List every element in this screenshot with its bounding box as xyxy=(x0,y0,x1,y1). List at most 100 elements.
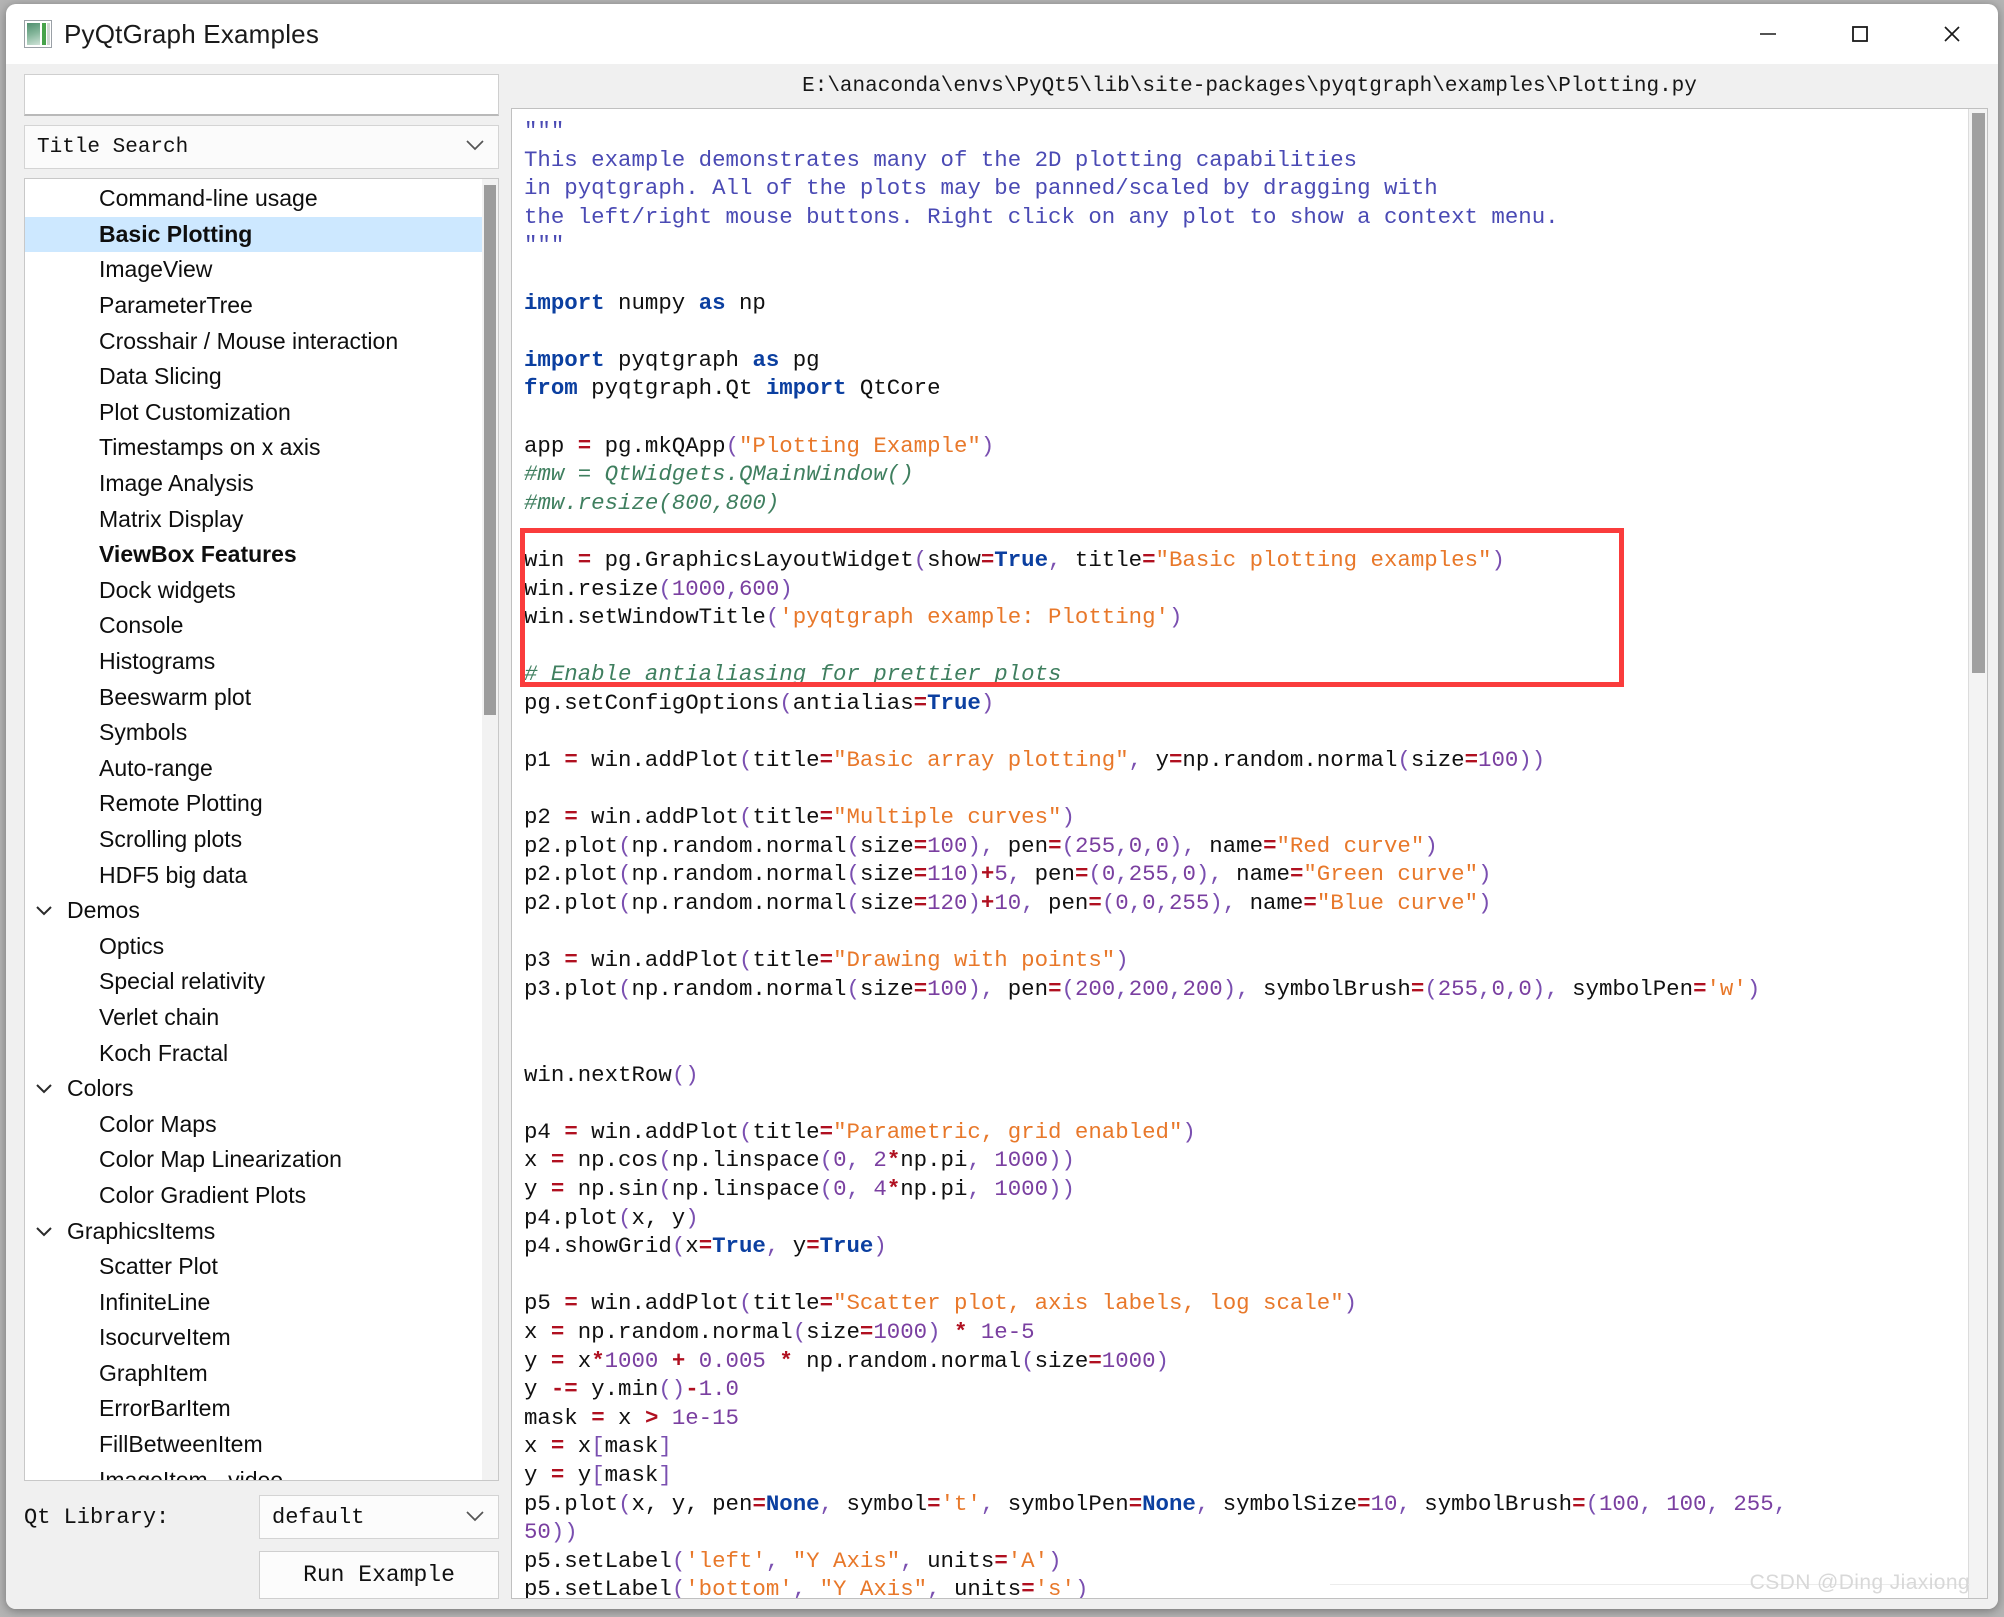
tree-item[interactable]: Image Analysis xyxy=(25,466,498,502)
code-token-p: x xyxy=(564,1433,592,1460)
tree-item-label: Scrolling plots xyxy=(99,825,243,852)
tree-item[interactable]: HDF5 big data xyxy=(25,857,498,893)
code-token-op: + xyxy=(671,1347,686,1374)
code-token-pun: , xyxy=(1706,1490,1720,1517)
code-token-op: * xyxy=(886,1175,901,1202)
tree-item[interactable]: Histograms xyxy=(25,644,498,680)
tree-item[interactable]: GraphicsItems xyxy=(25,1213,498,1249)
code-token-pun: ( xyxy=(671,1576,686,1598)
code-token-pun: ( xyxy=(1061,832,1075,859)
code-viewer[interactable]: """ This example demonstrates many of the… xyxy=(511,108,1988,1599)
tree-item[interactable]: Console xyxy=(25,608,498,644)
tree-item[interactable]: Beeswarm plot xyxy=(25,679,498,715)
tree-item[interactable]: ImageView xyxy=(25,252,498,288)
run-example-button[interactable]: Run Example xyxy=(259,1551,499,1599)
code-token-p: p4.plot xyxy=(524,1204,619,1231)
code-token-p: x xyxy=(524,1433,551,1460)
search-mode-select[interactable]: Title Search xyxy=(24,125,499,169)
code-token-p: antialias xyxy=(792,689,914,716)
tree-item[interactable]: Verlet chain xyxy=(25,1000,498,1036)
tree-item[interactable]: Scrolling plots xyxy=(25,822,498,858)
chevron-down-icon[interactable] xyxy=(25,904,63,917)
tree-item[interactable]: FillBetweenItem xyxy=(25,1427,498,1463)
maximize-button[interactable] xyxy=(1814,4,1906,64)
tree-item[interactable]: Colors xyxy=(25,1071,498,1107)
chevron-down-icon[interactable] xyxy=(25,1082,63,1095)
tree-item[interactable]: InfiniteLine xyxy=(25,1284,498,1320)
code-token-op: = xyxy=(1303,890,1317,917)
tree-item-label: InfiniteLine xyxy=(99,1288,211,1315)
code-token-pun: )) xyxy=(550,1519,578,1546)
code-token-p: symbolBrush xyxy=(1410,1490,1573,1517)
tree-item[interactable]: Dock widgets xyxy=(25,573,498,609)
chevron-down-icon[interactable] xyxy=(25,1225,63,1238)
code-line: """ xyxy=(524,117,1969,146)
minimize-button[interactable] xyxy=(1722,4,1814,64)
tree-item[interactable]: ErrorBarItem xyxy=(25,1391,498,1427)
tree-item[interactable]: Scatter Plot xyxy=(25,1249,498,1285)
code-token-pun: , xyxy=(1128,890,1143,917)
code-token-pun: ) xyxy=(1155,1347,1169,1374)
code-scrollbar[interactable] xyxy=(1968,109,1987,1598)
examples-tree[interactable]: Command-line usage Basic Plotting ImageVie… xyxy=(24,178,499,1481)
tree-item[interactable]: Symbols xyxy=(25,715,498,751)
tree-item[interactable]: Data Slicing xyxy=(25,359,498,395)
code-token-pun: ) xyxy=(779,575,793,602)
tree-item[interactable]: Command-line usage xyxy=(25,181,498,217)
code-token-p: pg.setConfigOptions xyxy=(524,689,780,716)
tree-item[interactable]: Matrix Display xyxy=(25,501,498,537)
code-token-p: x xyxy=(524,1318,551,1345)
tree-item[interactable]: ParameterTree xyxy=(25,288,498,324)
tree-item[interactable]: Timestamps on x axis xyxy=(25,430,498,466)
code-line: p2.plot(np.random.normal(size=110)+5, pe… xyxy=(524,860,1969,889)
tree-item[interactable]: Color Gradient Plots xyxy=(25,1178,498,1214)
code-scrollbar-thumb[interactable] xyxy=(1972,113,1985,673)
tree-item[interactable]: Koch Fractal xyxy=(25,1035,498,1071)
code-token-num: 1000 xyxy=(1101,1347,1156,1374)
code-token-p: title xyxy=(752,1290,820,1317)
tree-scrollbar[interactable] xyxy=(482,179,498,1480)
code-token-p: p2 xyxy=(524,804,565,831)
tree-item[interactable]: Optics xyxy=(25,928,498,964)
code-token-pun: ( xyxy=(618,1490,632,1517)
code-token-p: size xyxy=(1410,747,1465,774)
window-title: PyQtGraph Examples xyxy=(64,18,320,49)
code-token-p: y xyxy=(779,1233,807,1260)
tree-item[interactable]: IsocurveItem xyxy=(25,1320,498,1356)
code-token-p: size xyxy=(859,975,914,1002)
qt-library-select[interactable]: default xyxy=(259,1495,499,1539)
code-token-num: 2 xyxy=(873,1147,887,1174)
tree-item[interactable]: Plot Customization xyxy=(25,395,498,431)
code-token-pun: , xyxy=(846,1147,860,1174)
tree-scrollbar-thumb[interactable] xyxy=(484,185,496,715)
tree-item[interactable]: Basic Plotting xyxy=(25,216,498,253)
code-token-p: win.addPlot xyxy=(577,947,739,974)
code-token-num: 0 xyxy=(833,1175,847,1202)
code-line: from pyqtgraph.Qt import QtCore xyxy=(524,374,1969,403)
tree-item[interactable]: ViewBox Features xyxy=(25,537,498,573)
tree-item[interactable]: Crosshair / Mouse interaction xyxy=(25,323,498,359)
tree-item[interactable]: ImageItem - video xyxy=(25,1462,498,1480)
code-token-op: = xyxy=(550,1433,565,1460)
tree-item[interactable]: Color Maps xyxy=(25,1106,498,1142)
code-token-num: 1000 xyxy=(671,575,726,602)
filter-input[interactable] xyxy=(24,74,499,116)
tree-item-label: ErrorBarItem xyxy=(99,1395,231,1422)
code-token-p: pen xyxy=(1034,890,1089,917)
code-token-op: * xyxy=(779,1347,793,1374)
code-token-p: title xyxy=(752,804,820,831)
tree-item[interactable]: Color Map Linearization xyxy=(25,1142,498,1178)
code-token-p: y xyxy=(1142,747,1169,774)
tree-item[interactable]: Demos xyxy=(25,893,498,929)
code-line: p1 = win.addPlot(title="Basic array plot… xyxy=(524,746,1969,775)
tree-item[interactable]: Auto-range xyxy=(25,751,498,787)
tree-item[interactable]: Remote Plotting xyxy=(25,786,498,822)
tree-item[interactable]: GraphItem xyxy=(25,1356,498,1392)
close-button[interactable] xyxy=(1906,4,1998,64)
tree-item[interactable]: Special relativity xyxy=(25,964,498,1000)
code-token-com: #mw.resize(800,800) xyxy=(524,489,780,516)
code-line: x = np.random.normal(size=1000) * 1e-5 xyxy=(524,1318,1969,1347)
code-token-op: = xyxy=(698,1233,713,1260)
tree-item-label: Koch Fractal xyxy=(99,1039,229,1066)
